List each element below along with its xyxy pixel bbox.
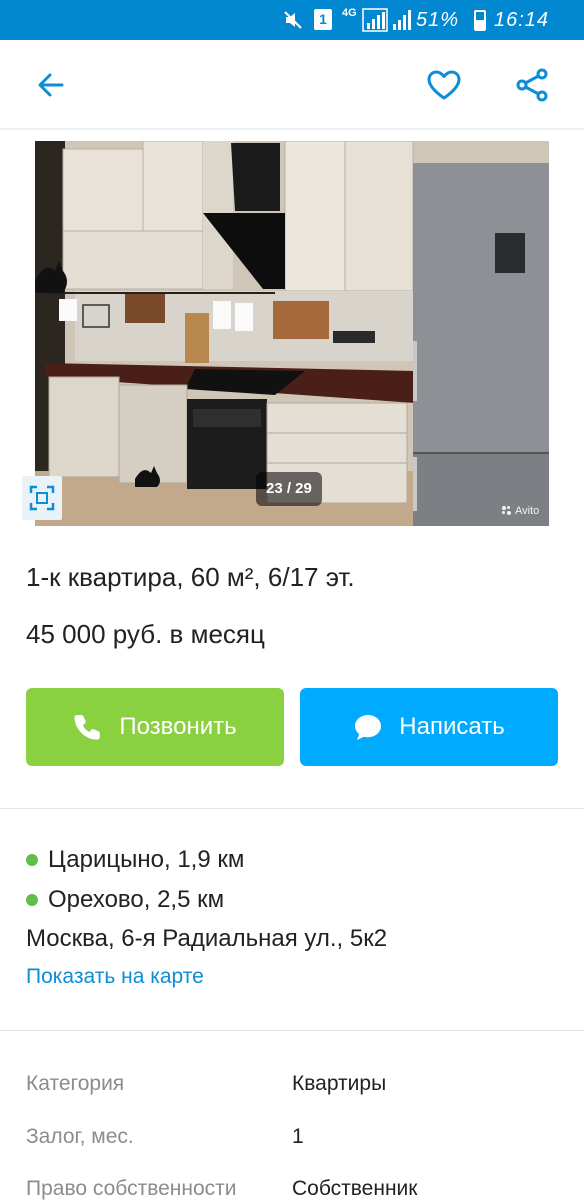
sim-icon: 1 — [314, 9, 332, 30]
write-button-label: Написать — [399, 713, 505, 740]
listing-title: 1-к квартира, 60 м², 6/17 эт. — [26, 562, 355, 592]
photo-counter: 23 / 29 — [256, 472, 322, 506]
heart-icon[interactable] — [423, 64, 465, 106]
metro-station-label: Царицыно, 1,9 км — [48, 846, 245, 873]
param-label: Право собственности — [26, 1177, 237, 1200]
avito-logo-icon — [502, 506, 512, 516]
listing-price: 45 000 руб. в месяц — [26, 619, 265, 649]
watermark-text: Avito — [515, 505, 540, 517]
status-bar: 1 4G 51% 16:14 — [0, 0, 584, 40]
write-button[interactable]: Написать — [300, 688, 558, 766]
param-label: Категория — [26, 1072, 125, 1095]
phone-icon — [74, 715, 101, 740]
metro-station: Царицыно, 1,9 км — [26, 846, 244, 874]
mute-icon — [284, 11, 302, 29]
call-button-label: Позвонить — [119, 713, 237, 740]
show-on-map-link[interactable]: Показать на карте — [26, 965, 204, 989]
metro-line-dot — [26, 854, 38, 866]
signal-icon — [362, 8, 388, 32]
photo-watermark: Avito — [502, 505, 539, 517]
metro-station-label: Орехово, 2,5 км — [48, 886, 225, 913]
param-value: Собственник — [292, 1177, 418, 1200]
param-value: 1 — [292, 1125, 304, 1148]
battery-icon — [474, 10, 486, 31]
back-arrow-icon[interactable] — [30, 64, 72, 106]
signal-icon-2 — [393, 10, 411, 30]
param-label: Залог, мес. — [26, 1125, 134, 1148]
divider — [0, 808, 584, 809]
battery-percent: 51% — [416, 9, 460, 31]
listing-photo[interactable] — [35, 141, 549, 526]
metro-line-dot — [26, 894, 38, 906]
param-value: Квартиры — [292, 1072, 387, 1095]
expand-icon[interactable] — [22, 476, 62, 520]
address: Москва, 6-я Радиальная ул., 5к2 — [26, 925, 388, 952]
network-type: 4G — [342, 7, 357, 19]
app-bar — [0, 40, 584, 130]
clock: 16:14 — [494, 9, 550, 31]
divider — [0, 1030, 584, 1031]
metro-station: Орехово, 2,5 км — [26, 886, 224, 914]
chat-bubble-icon — [355, 715, 382, 740]
share-icon[interactable] — [511, 64, 553, 106]
call-button[interactable]: Позвонить — [26, 688, 284, 766]
